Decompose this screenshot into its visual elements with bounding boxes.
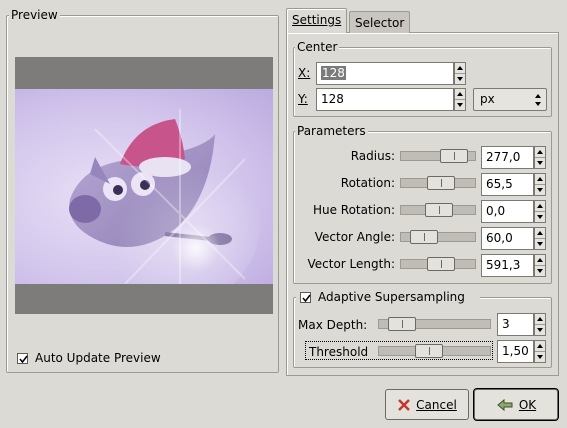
hue-rotation-label: Hue Rotation:	[312, 203, 395, 217]
center-title: Center	[295, 40, 340, 54]
x-input[interactable]: 128	[316, 62, 454, 85]
x-spinner[interactable]	[454, 62, 466, 85]
checkmark-icon	[302, 294, 311, 303]
preview-title: Preview	[9, 8, 60, 22]
max-depth-slider-thumb[interactable]	[388, 317, 416, 331]
threshold-slider-thumb[interactable]	[415, 344, 443, 358]
vector-angle-spinner[interactable]	[534, 227, 546, 250]
vector-length-slider-thumb[interactable]	[427, 257, 455, 271]
radius-spinner[interactable]	[534, 146, 546, 169]
y-label: Y:	[298, 92, 308, 106]
wilber-image	[69, 109, 260, 284]
hue-rotation-slider-thumb[interactable]	[425, 203, 453, 217]
hue-rotation-slider[interactable]	[400, 203, 476, 217]
radius-label: Radius:	[350, 149, 395, 163]
tab-settings-label: Settings	[292, 13, 342, 27]
rotation-slider-thumb[interactable]	[427, 176, 455, 190]
supersampling-checkbox[interactable]	[300, 292, 311, 303]
supersampling-label[interactable]: Adaptive Supersampling	[318, 290, 465, 304]
tab-settings[interactable]: Settings	[286, 8, 348, 33]
radius-slider-thumb[interactable]	[440, 149, 468, 163]
x-label: X:	[298, 66, 311, 80]
rotation-input[interactable]: 65,5	[481, 173, 534, 196]
vector-angle-input[interactable]: 60,0	[481, 227, 534, 250]
vector-angle-slider-thumb[interactable]	[410, 230, 438, 244]
auto-update-checkbox[interactable]	[17, 353, 28, 364]
hue-rotation-input[interactable]: 0,0	[481, 200, 534, 223]
updown-arrow-icon	[535, 94, 541, 106]
vector-length-input[interactable]: 591,3	[481, 254, 534, 277]
preview-canvas	[15, 57, 273, 314]
vector-angle-slider[interactable]	[400, 230, 476, 244]
y-spinner[interactable]	[454, 88, 466, 111]
ok-label: OK	[518, 397, 537, 412]
rotation-label: Rotation:	[340, 176, 395, 190]
preview-image	[15, 89, 273, 284]
vector-length-slider[interactable]	[400, 257, 476, 271]
max-depth-slider[interactable]	[378, 317, 491, 331]
rotation-slider[interactable]	[400, 176, 476, 190]
max-depth-label: Max Depth:	[298, 318, 368, 332]
threshold-input[interactable]: 1,50	[497, 340, 534, 363]
vector-length-label: Vector Length:	[307, 257, 396, 271]
threshold-slider[interactable]	[378, 344, 491, 358]
max-depth-spinner[interactable]	[534, 313, 546, 336]
auto-update-label[interactable]: Auto Update Preview	[35, 351, 161, 365]
radius-input[interactable]: 277,0	[481, 146, 534, 169]
y-input[interactable]: 128	[316, 88, 454, 111]
tab-selector[interactable]: Selector	[349, 11, 411, 33]
ok-arrow-icon	[497, 398, 513, 411]
unit-select[interactable]: px	[473, 88, 547, 111]
radius-slider[interactable]	[400, 149, 476, 163]
checkmark-icon	[19, 355, 28, 364]
ok-button[interactable]: OK	[473, 388, 559, 421]
parameters-title: Parameters	[295, 124, 368, 138]
close-icon	[398, 398, 411, 411]
cancel-label: Cancel	[416, 397, 457, 412]
vector-angle-label: Vector Angle:	[314, 230, 395, 244]
unit-select-value: px	[480, 92, 495, 106]
hue-rotation-spinner[interactable]	[534, 200, 546, 223]
rotation-spinner[interactable]	[534, 173, 546, 196]
threshold-spinner[interactable]	[534, 340, 546, 363]
max-depth-input[interactable]: 3	[497, 313, 534, 336]
vector-length-spinner[interactable]	[534, 254, 546, 277]
cancel-button[interactable]: Cancel	[385, 389, 469, 420]
tab-selector-label: Selector	[355, 16, 405, 30]
